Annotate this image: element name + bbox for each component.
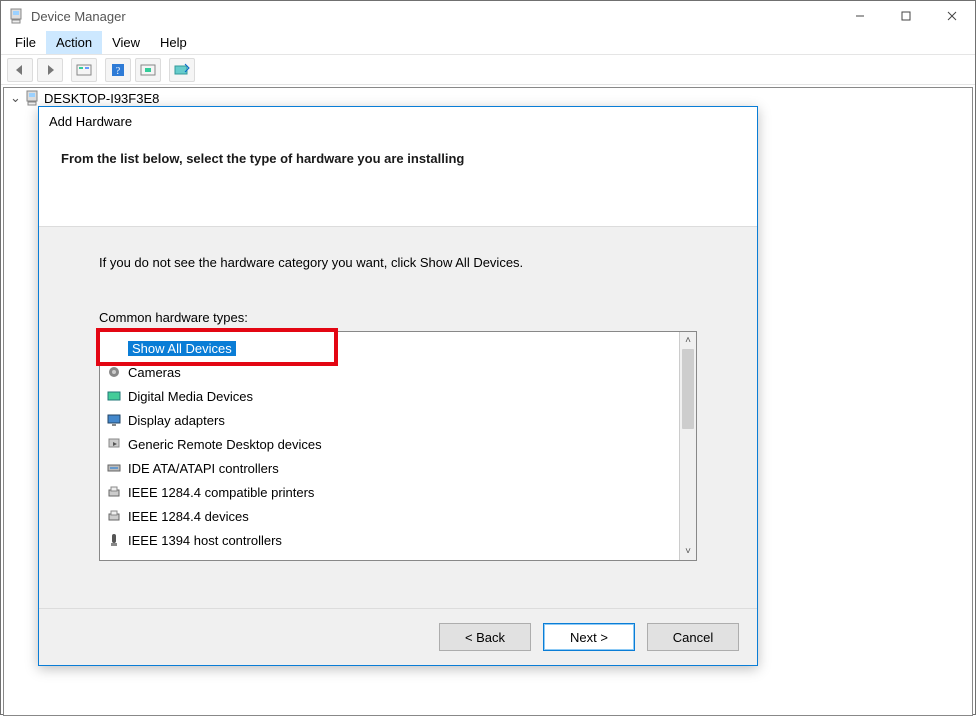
- device-tree-panel[interactable]: ⌄ DESKTOP-I93F3E8 Add Hardware From the …: [3, 87, 973, 716]
- help-icon[interactable]: ?: [105, 58, 131, 82]
- digital-media-icon: [106, 388, 122, 404]
- list-item[interactable]: Generic Remote Desktop devices: [100, 432, 679, 456]
- minimize-button[interactable]: [837, 1, 883, 31]
- menu-view[interactable]: View: [102, 31, 150, 54]
- scan-hardware-icon[interactable]: [135, 58, 161, 82]
- dialog-info-text: If you do not see the hardware category …: [99, 255, 697, 270]
- ide-controller-icon: [106, 460, 122, 476]
- ieee1394-icon: [106, 532, 122, 548]
- window-title: Device Manager: [31, 9, 837, 24]
- menu-action[interactable]: Action: [46, 31, 102, 54]
- add-hardware-dialog: Add Hardware From the list below, select…: [38, 106, 758, 666]
- scroll-track[interactable]: [680, 349, 696, 543]
- back-icon[interactable]: [7, 58, 33, 82]
- list-item[interactable]: IEEE 1284.4 compatible printers: [100, 480, 679, 504]
- list-item[interactable]: IEEE 1284.4 devices: [100, 504, 679, 528]
- list-item[interactable]: Display adapters: [100, 408, 679, 432]
- next-button[interactable]: Next >: [543, 623, 635, 651]
- tree-root-row[interactable]: ⌄ DESKTOP-I93F3E8: [4, 88, 972, 108]
- add-legacy-hardware-icon[interactable]: [169, 58, 195, 82]
- hardware-types-listbox[interactable]: Show All Devices Cameras Digital Media D…: [99, 331, 697, 561]
- forward-icon[interactable]: [37, 58, 63, 82]
- scroll-thumb[interactable]: [682, 349, 694, 429]
- chevron-down-icon[interactable]: ⌄: [10, 90, 20, 106]
- ieee1284-device-icon: [106, 508, 122, 524]
- camera-icon: [106, 364, 122, 380]
- dialog-header: From the list below, select the type of …: [39, 137, 757, 227]
- toolbar: ?: [1, 55, 975, 85]
- menu-help[interactable]: Help: [150, 31, 197, 54]
- dialog-heading: From the list below, select the type of …: [61, 151, 735, 166]
- cancel-button[interactable]: Cancel: [647, 623, 739, 651]
- listbox-inner: Show All Devices Cameras Digital Media D…: [100, 332, 679, 560]
- maximize-button[interactable]: [883, 1, 929, 31]
- scroll-up-icon[interactable]: ˄: [680, 332, 696, 349]
- list-item[interactable]: Show All Devices: [100, 336, 679, 360]
- list-item[interactable]: Digital Media Devices: [100, 384, 679, 408]
- scroll-down-icon[interactable]: ˅: [680, 543, 696, 560]
- computer-icon: [24, 90, 40, 106]
- all-devices-icon: [106, 340, 122, 356]
- dialog-footer: < Back Next > Cancel: [39, 608, 757, 665]
- listbox-scrollbar[interactable]: ˄ ˅: [679, 332, 696, 560]
- tree-root-label: DESKTOP-I93F3E8: [44, 91, 159, 106]
- dialog-title: Add Hardware: [39, 107, 757, 137]
- app-icon: [7, 7, 25, 25]
- workspace: ⌄ DESKTOP-I93F3E8 Add Hardware From the …: [1, 85, 975, 714]
- dialog-body: If you do not see the hardware category …: [39, 227, 757, 608]
- svg-text:?: ?: [116, 66, 121, 77]
- show-hidden-icon[interactable]: [71, 58, 97, 82]
- list-label: Common hardware types:: [99, 310, 697, 325]
- list-item[interactable]: IEEE 1394 host controllers: [100, 528, 679, 552]
- back-button[interactable]: < Back: [439, 623, 531, 651]
- menu-file[interactable]: File: [5, 31, 46, 54]
- close-button[interactable]: [929, 1, 975, 31]
- printer-icon: [106, 484, 122, 500]
- device-manager-window: Device Manager File Action View Help ?: [0, 0, 976, 715]
- list-item[interactable]: Cameras: [100, 360, 679, 384]
- display-adapter-icon: [106, 412, 122, 428]
- list-item[interactable]: IDE ATA/ATAPI controllers: [100, 456, 679, 480]
- titlebar[interactable]: Device Manager: [1, 1, 975, 31]
- menubar: File Action View Help: [1, 31, 975, 55]
- remote-desktop-icon: [106, 436, 122, 452]
